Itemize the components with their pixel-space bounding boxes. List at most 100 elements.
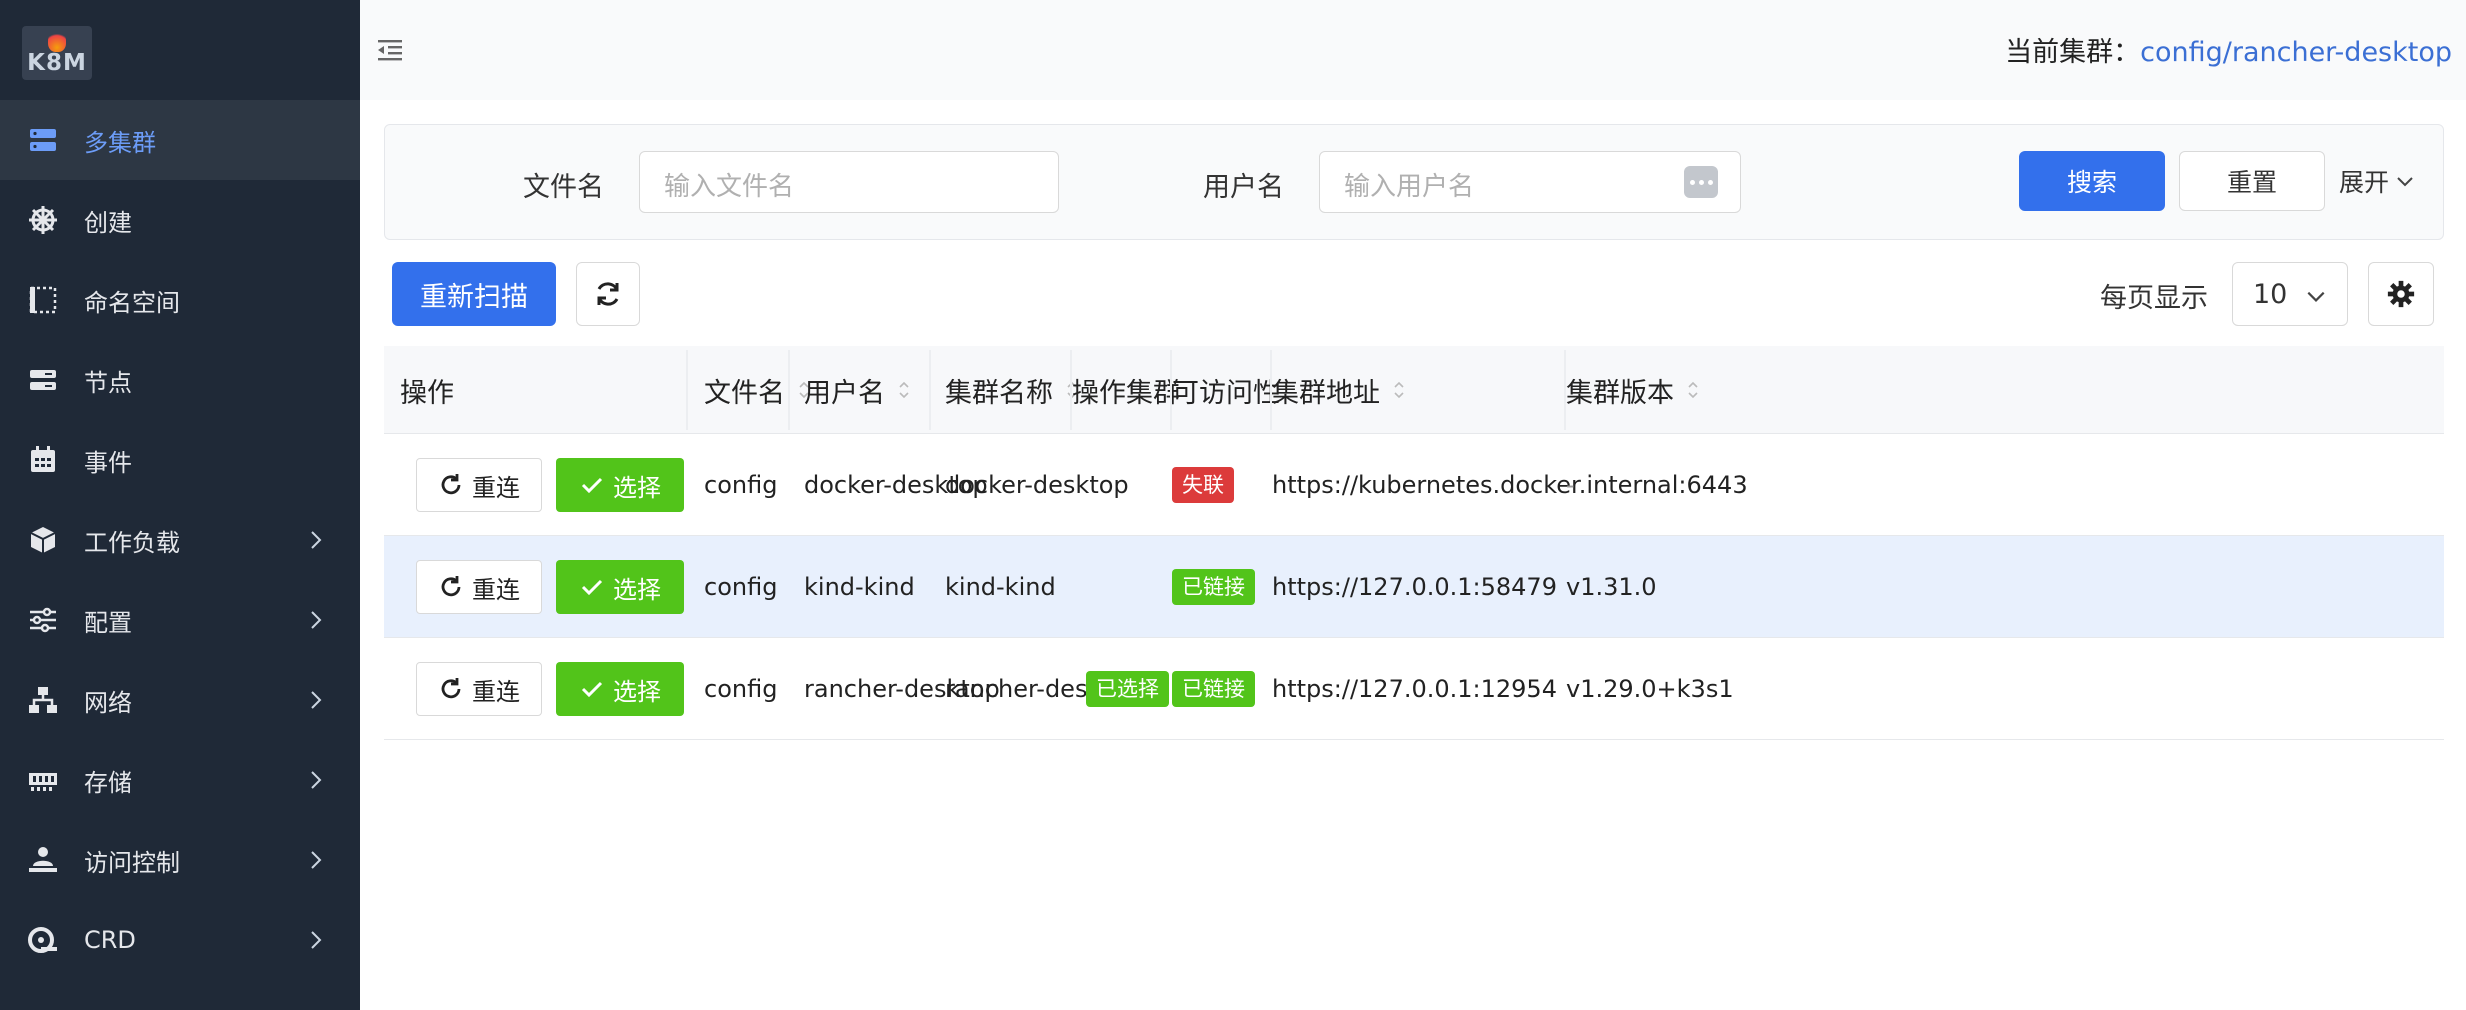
cell-cluster-name: docker-desktop [945, 470, 1129, 499]
column-header-label: 用户名 [804, 377, 885, 409]
current-cluster-label: 当前集群： [2005, 37, 2141, 68]
cube-icon [26, 523, 60, 557]
sidebar-item[interactable]: 创建 [0, 180, 360, 260]
select-label: 选择 [613, 677, 661, 706]
expand-toggle[interactable]: 展开 [2339, 163, 2415, 199]
reconnect-button[interactable]: 重连 [416, 662, 542, 716]
rescan-button[interactable]: 重新扫描 [392, 262, 556, 326]
sort-icon[interactable] [897, 379, 911, 401]
crd-icon [26, 923, 60, 957]
chevron-down-icon [2397, 177, 2413, 187]
sidebar-item[interactable]: 配置 [0, 580, 360, 660]
column-header: 操作集群 [1072, 346, 1180, 434]
logo-text: K8M [27, 50, 87, 76]
reset-button[interactable]: 重置 [2179, 151, 2325, 211]
table-body: 重连 选择 config docker-desktop docker-desktop 失联… [384, 434, 2444, 740]
sidebar-item-label: 访问控制 [84, 848, 180, 877]
collapse-sidebar-icon[interactable] [376, 36, 404, 64]
sidebar-item[interactable]: 访问控制 [0, 820, 360, 900]
column-header[interactable]: 集群版本 [1566, 346, 1700, 434]
sidebar-item-label: 工作负载 [84, 528, 180, 557]
selected-badge: 已选择 [1086, 670, 1169, 707]
sidebar-item[interactable]: 多集群 [0, 100, 360, 180]
filename-input[interactable]: 输入文件名 [639, 151, 1059, 213]
reconnect-button[interactable]: 重连 [416, 458, 542, 512]
column-header[interactable]: 集群名称 [945, 346, 1079, 434]
reload-icon [441, 576, 461, 597]
column-divider [1270, 350, 1272, 430]
column-header-label: 集群地址 [1272, 377, 1380, 409]
sidebar-item-label: 事件 [84, 448, 132, 477]
username-input[interactable]: 输入用户名 [1319, 151, 1741, 213]
status-badge: 失联 [1172, 466, 1234, 503]
per-page-value: 10 [2253, 278, 2288, 310]
namespace-frame-icon [26, 283, 60, 317]
sidebar-item-label: 节点 [84, 368, 132, 397]
select-label: 选择 [613, 473, 661, 502]
refresh-button[interactable] [576, 262, 640, 326]
column-header-label: 文件名 [704, 377, 785, 409]
chevron-right-icon [311, 531, 322, 549]
cluster-table: 操作 文件名 用户名 集群名称 操作集群 可访问性 集群地址 集群版本 重连 选择 config d… [384, 346, 2444, 740]
chevron-right-icon [311, 691, 322, 709]
column-header: 可访问性 [1172, 346, 1280, 434]
per-page-select[interactable]: 10 [2232, 262, 2348, 326]
calendar-icon [26, 443, 60, 477]
sidebar-item[interactable]: 节点 [0, 340, 360, 420]
sidebar-item-label: 创建 [84, 208, 132, 237]
sidebar-item[interactable]: 命名空间 [0, 260, 360, 340]
cell-cluster-address: https://127.0.0.1:12954 [1272, 674, 1557, 703]
table-row[interactable]: 重连 选择 config kind-kind kind-kind 已链接 https://1… [384, 536, 2444, 638]
column-header-label: 可访问性 [1172, 377, 1280, 409]
table-settings-button[interactable] [2368, 262, 2434, 326]
status-badge: 已链接 [1172, 670, 1255, 707]
reconnect-label: 重连 [472, 575, 520, 604]
gear-icon [2387, 280, 2415, 308]
cell-cluster-address: https://kubernetes.docker.internal:6443 [1272, 470, 1748, 499]
check-icon [581, 681, 603, 698]
select-cluster-button[interactable]: 选择 [556, 662, 684, 716]
column-divider [686, 350, 688, 430]
sidebar-item[interactable]: 网络 [0, 660, 360, 740]
column-header[interactable]: 集群地址 [1272, 346, 1406, 434]
column-header[interactable]: 用户名 [804, 346, 911, 434]
column-header[interactable]: 文件名 [704, 346, 811, 434]
sort-icon[interactable] [1686, 379, 1700, 401]
cell-cluster-version: - [1566, 470, 1575, 499]
sidebar-item[interactable]: 事件 [0, 420, 360, 500]
current-cluster-value[interactable]: config/rancher-desktop [2140, 37, 2452, 68]
sidebar-item[interactable]: 存储 [0, 740, 360, 820]
chevron-right-icon [311, 851, 322, 869]
cell-username: kind-kind [804, 572, 915, 601]
table-header: 操作 文件名 用户名 集群名称 操作集群 可访问性 集群地址 集群版本 [384, 346, 2444, 434]
reconnect-label: 重连 [472, 677, 520, 706]
cell-filename: config [704, 674, 778, 703]
chevron-down-icon [2307, 291, 2325, 302]
per-page-label: 每页显示 [2100, 283, 2208, 314]
sidebar-menu: 多集群创建命名空间节点事件工作负载配置 网络 存储访问控制 CRD [0, 100, 360, 980]
cell-cluster-version: v1.31.0 [1566, 572, 1657, 601]
username-label: 用户名 [1203, 172, 1284, 203]
username-placeholder: 输入用户名 [1344, 172, 1475, 202]
table-row[interactable]: 重连 选择 config docker-desktop docker-desktop 失联… [384, 434, 2444, 536]
autofill-keyboard-icon[interactable] [1684, 166, 1718, 198]
app-logo[interactable]: K8M [22, 26, 92, 80]
cell-cluster-version: v1.29.0+k3s1 [1566, 674, 1734, 703]
reload-icon [441, 678, 461, 699]
helm-wheel-icon [26, 203, 60, 237]
sort-icon[interactable] [1392, 379, 1406, 401]
select-cluster-button[interactable]: 选择 [556, 458, 684, 512]
memory-icon [26, 763, 60, 797]
column-divider [1564, 350, 1566, 430]
select-cluster-button[interactable]: 选择 [556, 560, 684, 614]
reconnect-label: 重连 [472, 473, 520, 502]
server-stack-icon [26, 123, 60, 157]
table-row[interactable]: 重连 选择 config rancher-desktop rancher-desktop… [384, 638, 2444, 740]
cell-accessibility: 失联 [1172, 434, 1234, 535]
search-button[interactable]: 搜索 [2019, 151, 2165, 211]
sidebar-item[interactable]: 工作负载 [0, 500, 360, 580]
expand-label: 展开 [2339, 168, 2390, 197]
reconnect-button[interactable]: 重连 [416, 560, 542, 614]
sidebar-item[interactable]: CRD [0, 900, 360, 980]
cell-cluster-address: https://127.0.0.1:58479 [1272, 572, 1557, 601]
